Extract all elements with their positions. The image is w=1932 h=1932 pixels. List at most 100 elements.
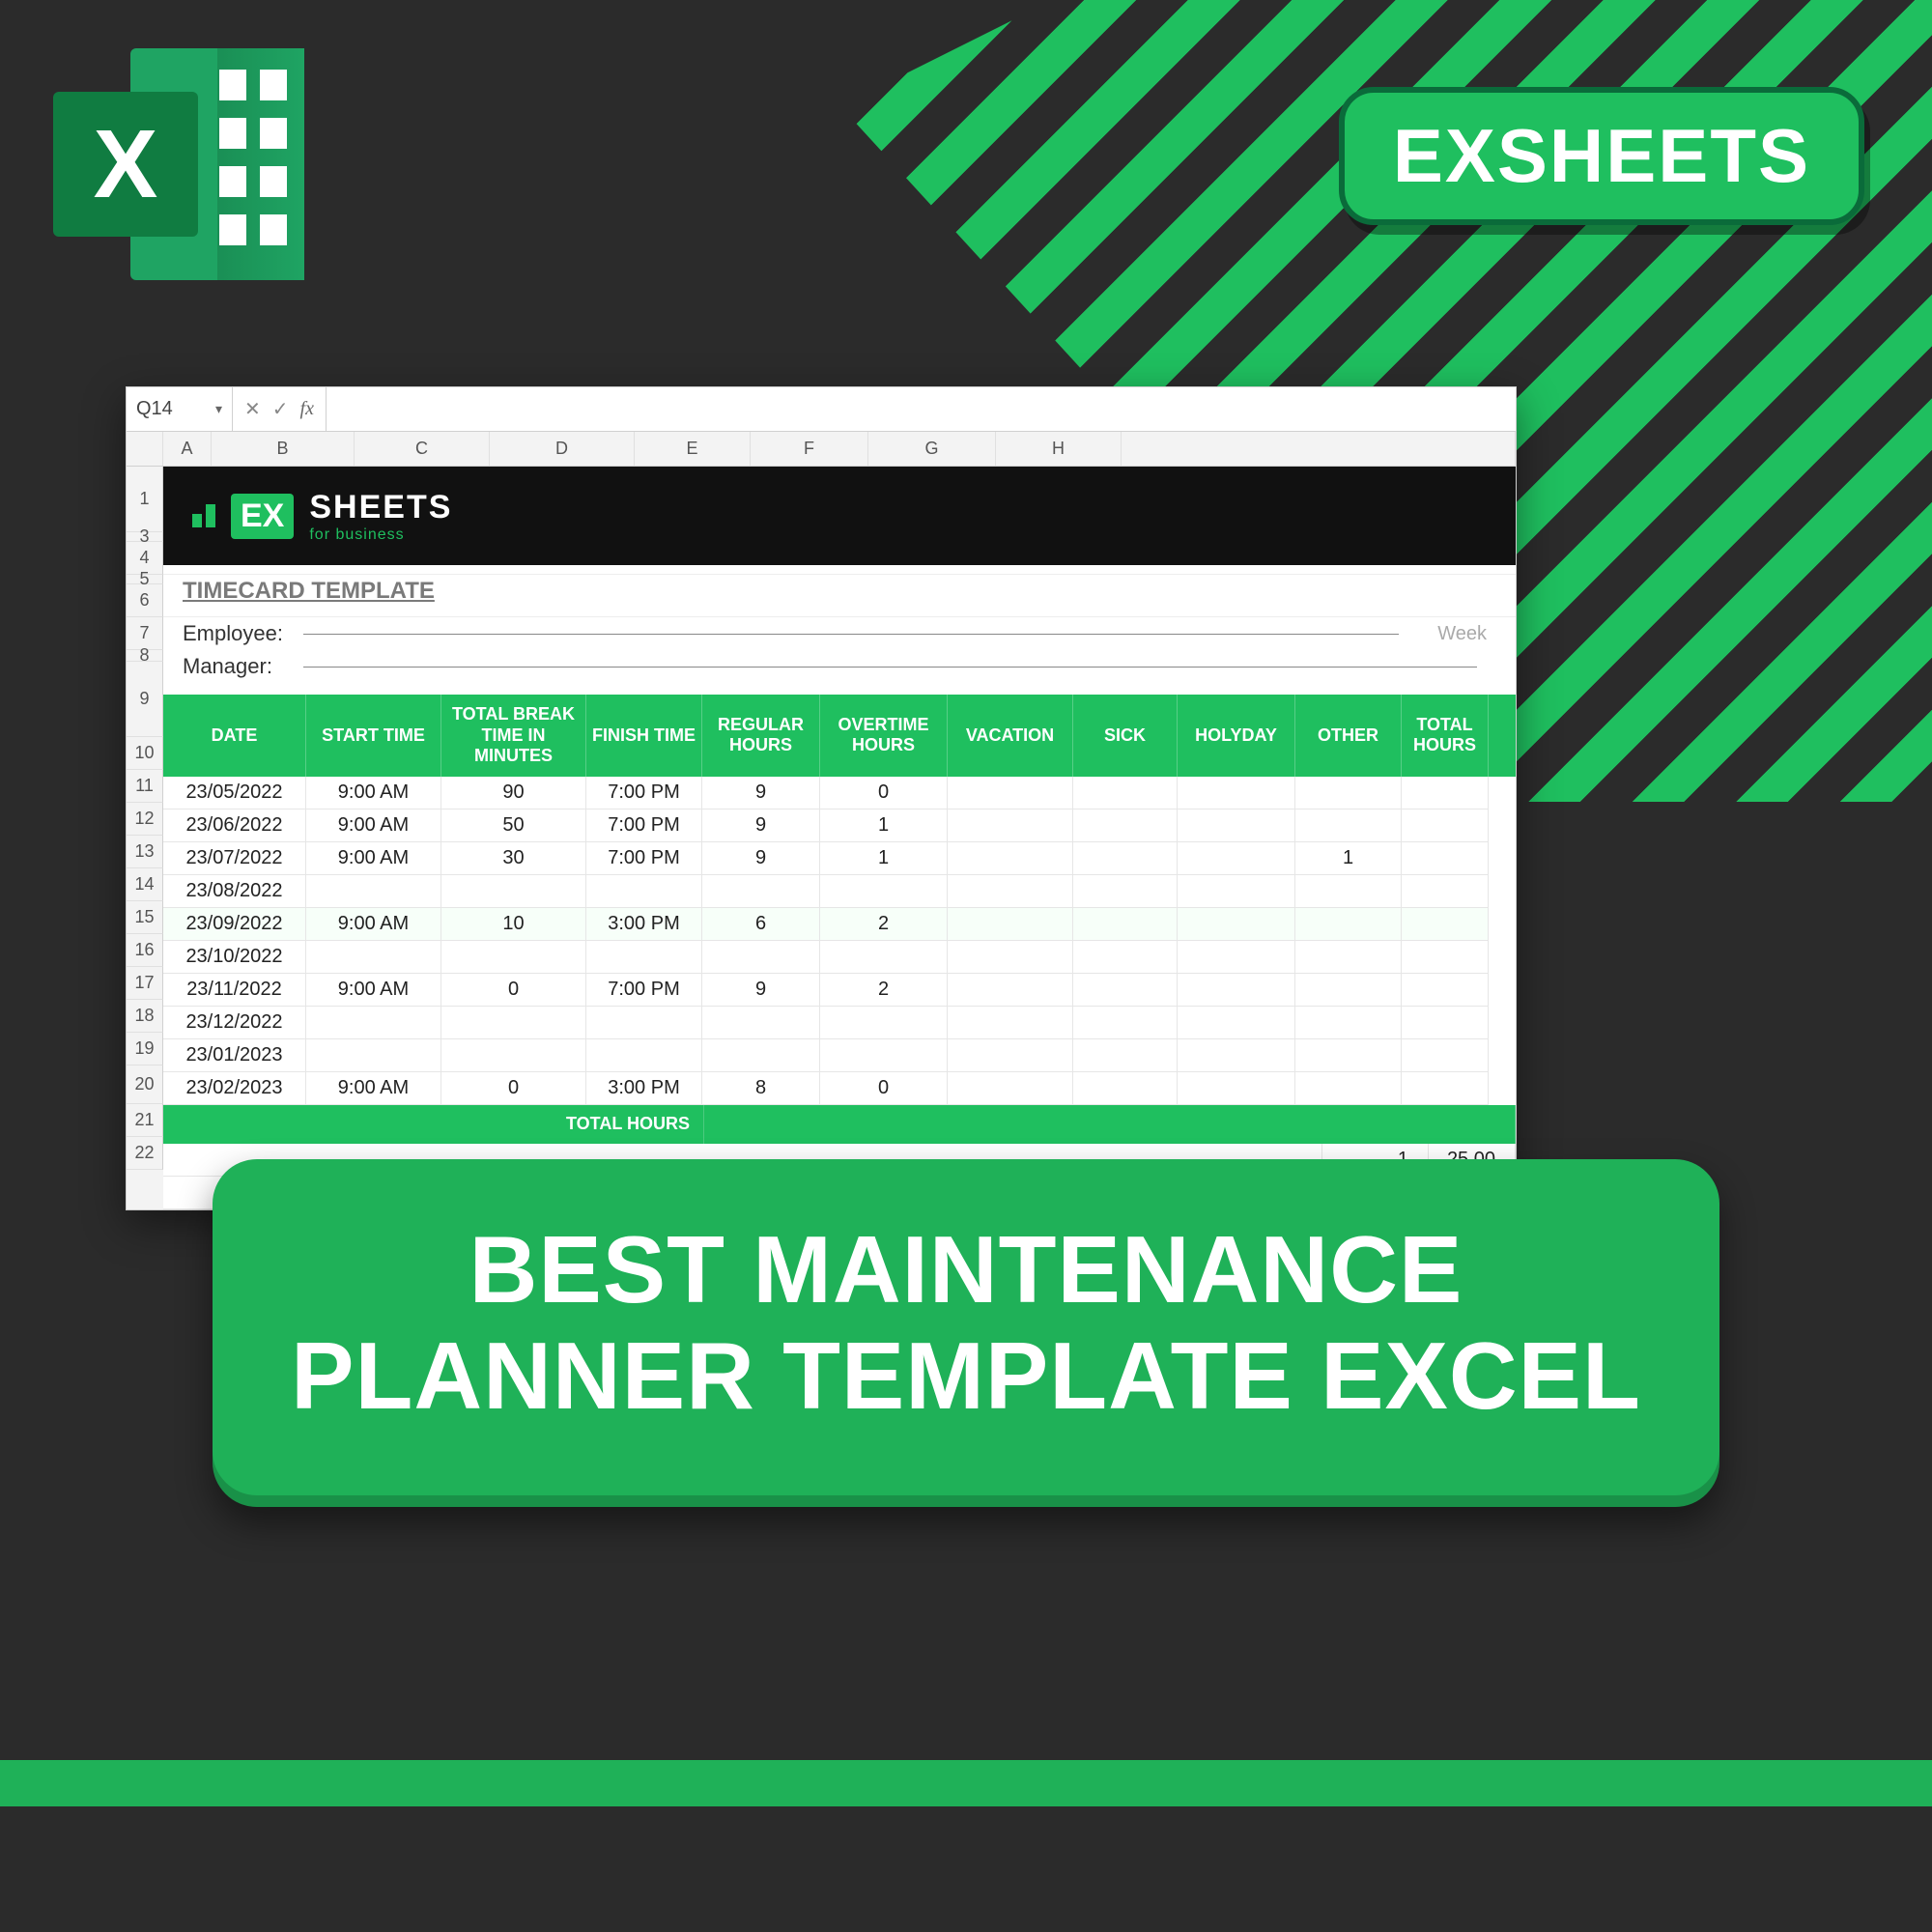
cell[interactable]: 9 — [702, 974, 820, 1007]
cell[interactable] — [586, 941, 702, 974]
cell[interactable] — [1178, 974, 1295, 1007]
cell[interactable]: 7:00 PM — [586, 842, 702, 875]
cell[interactable] — [1402, 842, 1489, 875]
cell[interactable] — [1073, 875, 1178, 908]
select-all-corner[interactable] — [127, 432, 163, 466]
cell[interactable] — [1073, 974, 1178, 1007]
cell[interactable]: 9:00 AM — [306, 777, 441, 810]
cell[interactable] — [1402, 1007, 1489, 1039]
cell[interactable]: 9:00 AM — [306, 974, 441, 1007]
col-G[interactable]: G — [868, 432, 996, 466]
cell[interactable] — [1178, 842, 1295, 875]
cell[interactable] — [1178, 1072, 1295, 1105]
col-E[interactable]: E — [635, 432, 751, 466]
cell[interactable]: 23/07/2022 — [163, 842, 306, 875]
cell[interactable] — [1402, 1039, 1489, 1072]
cell[interactable] — [820, 1007, 948, 1039]
table-row[interactable]: 23/08/2022 — [163, 875, 1516, 908]
row-16[interactable]: 16 — [127, 934, 163, 967]
row-9[interactable]: 9 — [127, 662, 163, 737]
cell[interactable]: 2 — [820, 974, 948, 1007]
cell[interactable] — [948, 941, 1073, 974]
cell[interactable]: 1 — [820, 842, 948, 875]
cell[interactable] — [1178, 1039, 1295, 1072]
employee-input-line[interactable] — [303, 634, 1399, 635]
cell[interactable] — [948, 777, 1073, 810]
cell[interactable] — [1402, 777, 1489, 810]
cell[interactable] — [586, 1039, 702, 1072]
cell[interactable] — [1295, 974, 1402, 1007]
cell[interactable] — [702, 1007, 820, 1039]
cell[interactable]: 9:00 AM — [306, 908, 441, 941]
cell[interactable]: 23/05/2022 — [163, 777, 306, 810]
cell[interactable] — [1402, 974, 1489, 1007]
cell[interactable]: 50 — [441, 810, 586, 842]
cell[interactable]: 9 — [702, 810, 820, 842]
row-11[interactable]: 11 — [127, 770, 163, 803]
row-1[interactable]: 1 — [127, 467, 163, 532]
col-D[interactable]: D — [490, 432, 635, 466]
row-19[interactable]: 19 — [127, 1033, 163, 1065]
cell[interactable] — [1073, 842, 1178, 875]
cell[interactable] — [1073, 777, 1178, 810]
cell[interactable] — [702, 875, 820, 908]
cell[interactable]: 2 — [820, 908, 948, 941]
cell[interactable] — [306, 875, 441, 908]
table-row[interactable]: 23/12/2022 — [163, 1007, 1516, 1039]
row-13[interactable]: 13 — [127, 836, 163, 868]
table-row[interactable]: 23/01/2023 — [163, 1039, 1516, 1072]
col-A[interactable]: A — [163, 432, 212, 466]
row-3[interactable]: 3 — [127, 532, 163, 542]
cell[interactable] — [948, 810, 1073, 842]
col-B[interactable]: B — [212, 432, 355, 466]
cell[interactable]: 23/02/2023 — [163, 1072, 306, 1105]
cell[interactable] — [1178, 908, 1295, 941]
cell[interactable]: 10 — [441, 908, 586, 941]
cell[interactable]: 23/08/2022 — [163, 875, 306, 908]
cell[interactable] — [1402, 1072, 1489, 1105]
cell[interactable] — [948, 842, 1073, 875]
cell[interactable] — [1073, 908, 1178, 941]
cell[interactable] — [306, 1039, 441, 1072]
cell[interactable] — [1073, 1007, 1178, 1039]
cell[interactable] — [586, 875, 702, 908]
row-5[interactable]: 5 — [127, 575, 163, 584]
cell[interactable] — [1073, 810, 1178, 842]
cell[interactable] — [948, 1072, 1073, 1105]
row-22[interactable]: 22 — [127, 1137, 163, 1170]
table-row[interactable]: 23/07/20229:00 AM307:00 PM911 — [163, 842, 1516, 875]
cell[interactable] — [1402, 908, 1489, 941]
cell[interactable] — [1402, 875, 1489, 908]
row-12[interactable]: 12 — [127, 803, 163, 836]
cell[interactable] — [1295, 777, 1402, 810]
cell[interactable] — [441, 941, 586, 974]
cell[interactable] — [441, 1039, 586, 1072]
row-18[interactable]: 18 — [127, 1000, 163, 1033]
col-C[interactable]: C — [355, 432, 490, 466]
cell[interactable]: 1 — [1295, 842, 1402, 875]
cell[interactable] — [306, 1007, 441, 1039]
name-box[interactable]: Q14 ▾ — [127, 387, 233, 431]
cell[interactable]: 0 — [441, 974, 586, 1007]
row-6[interactable]: 6 — [127, 584, 163, 617]
cell[interactable]: 8 — [702, 1072, 820, 1105]
cell[interactable]: 90 — [441, 777, 586, 810]
cell[interactable] — [948, 974, 1073, 1007]
confirm-icon[interactable]: ✓ — [272, 397, 289, 421]
cell[interactable]: 7:00 PM — [586, 777, 702, 810]
table-row[interactable]: 23/05/20229:00 AM907:00 PM90 — [163, 777, 1516, 810]
cell[interactable] — [1402, 810, 1489, 842]
cell[interactable]: 0 — [820, 777, 948, 810]
cell[interactable]: 23/01/2023 — [163, 1039, 306, 1072]
cell[interactable] — [948, 1039, 1073, 1072]
cell[interactable] — [702, 941, 820, 974]
cell[interactable] — [1295, 908, 1402, 941]
cell[interactable]: 9:00 AM — [306, 842, 441, 875]
col-H[interactable]: H — [996, 432, 1122, 466]
row-8[interactable]: 8 — [127, 650, 163, 662]
cell[interactable]: 9:00 AM — [306, 810, 441, 842]
cell[interactable] — [948, 908, 1073, 941]
row-17[interactable]: 17 — [127, 967, 163, 1000]
col-F[interactable]: F — [751, 432, 868, 466]
cell[interactable] — [1295, 941, 1402, 974]
